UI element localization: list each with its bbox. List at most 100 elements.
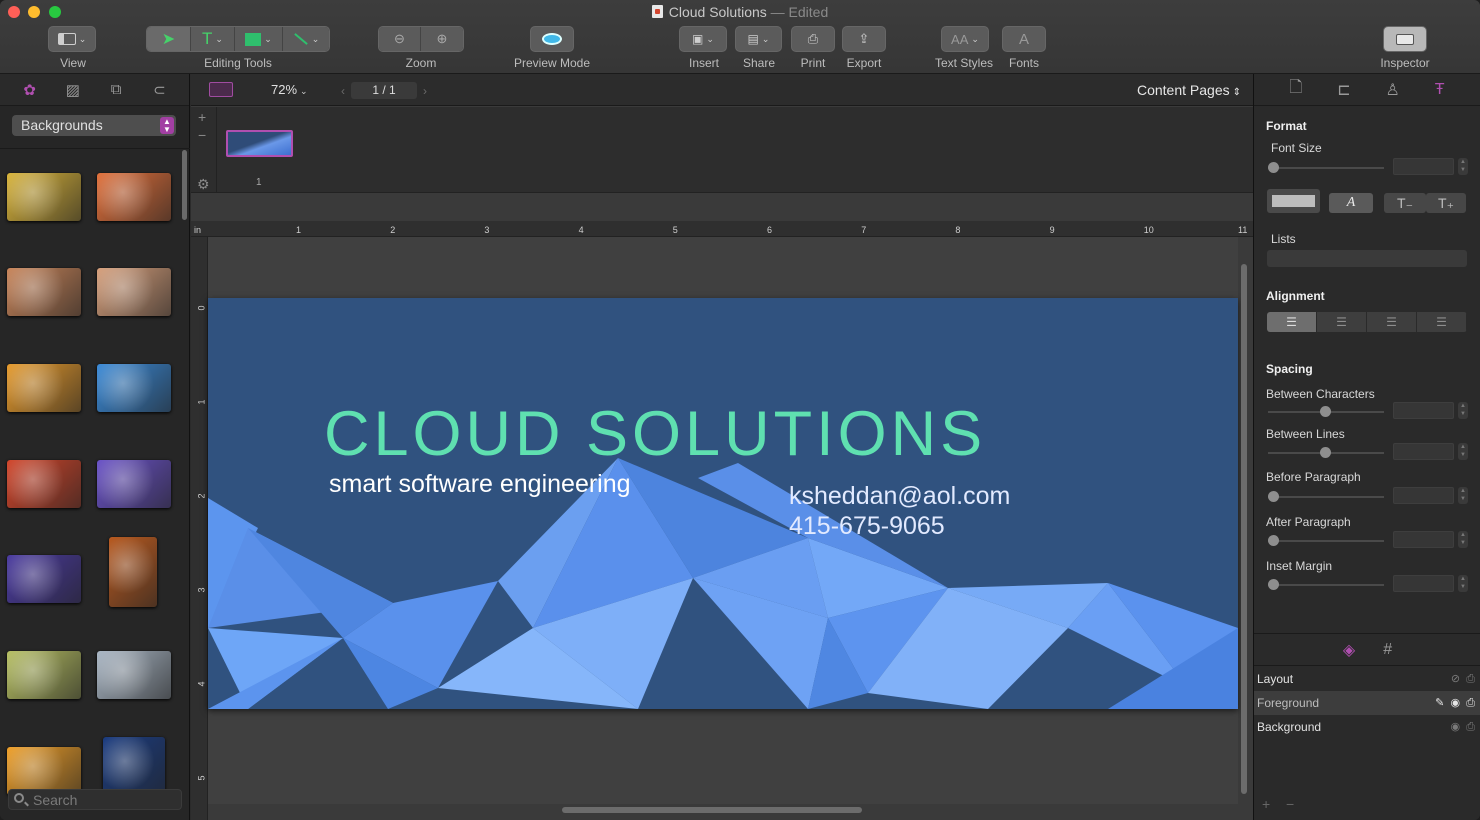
canvas-vertical-scrollbar[interactable] [1241, 264, 1247, 794]
before-paragraph-stepper[interactable]: ▲ ▼ [1458, 487, 1468, 504]
slider-knob [1268, 491, 1279, 502]
add-page-icon[interactable]: + [198, 109, 206, 125]
background-thumbnail[interactable] [103, 737, 165, 797]
shape-tool-button[interactable]: ⌄ [235, 27, 283, 51]
card-email[interactable]: ksheddan@aol.com [789, 482, 1010, 511]
page-thumbnail[interactable] [226, 130, 293, 157]
align-center-button[interactable]: ☰ [1317, 312, 1367, 332]
background-thumbnail[interactable] [109, 537, 157, 607]
lists-select[interactable] [1267, 250, 1467, 267]
view-button[interactable]: ⌄ [48, 26, 96, 52]
add-layer-icon[interactable]: + [1262, 796, 1270, 812]
text-tool-button[interactable]: T ⌄ [191, 27, 235, 51]
tab-clipart[interactable]: ⊂ [149, 81, 169, 99]
hidden-eye-icon[interactable]: ⊘ [1451, 673, 1460, 685]
between-lines-slider[interactable] [1268, 447, 1384, 458]
printer-icon[interactable]: ⎙ [1466, 721, 1475, 733]
align-right-button[interactable]: ☰ [1367, 312, 1417, 332]
between-lines-stepper[interactable]: ▲ ▼ [1458, 443, 1468, 460]
next-page-icon[interactable]: › [423, 84, 427, 98]
eye-icon[interactable]: ◉ [1450, 721, 1460, 733]
background-thumbnail[interactable] [97, 364, 171, 412]
font-size-stepper[interactable]: ▲ ▼ [1458, 158, 1468, 175]
eye-icon[interactable]: ◉ [1450, 697, 1460, 709]
text-inspector-icon[interactable]: Ŧ [1435, 81, 1445, 99]
between-characters-field[interactable] [1393, 402, 1454, 419]
between-characters-slider[interactable] [1268, 406, 1384, 417]
inset-margin-field[interactable] [1393, 575, 1454, 592]
align-justify-button[interactable]: ☰ [1417, 312, 1467, 332]
previous-page-icon[interactable]: ‹ [341, 84, 345, 98]
printer-icon[interactable]: ⎙ [1466, 697, 1475, 709]
background-thumbnail[interactable] [7, 364, 81, 412]
card-phone[interactable]: 415-675-9065 [789, 512, 945, 541]
grid-icon[interactable]: # [1383, 641, 1392, 659]
export-button[interactable]: ⇪ [842, 26, 886, 52]
layer-foreground[interactable]: Foreground ✎ ◉ ⎙ [1254, 691, 1480, 715]
background-thumbnail[interactable] [7, 747, 81, 795]
object-inspector-icon[interactable]: ♙ [1386, 80, 1400, 100]
layer-background[interactable]: Background ◉ ⎙ [1254, 715, 1480, 739]
layer-layout[interactable]: Layout ⊘ ⎙ [1254, 667, 1480, 691]
pencil-icon[interactable]: ✎ [1435, 697, 1444, 709]
canvas-horizontal-scrollbar[interactable] [562, 807, 862, 813]
align-left-button[interactable]: ☰ [1267, 312, 1317, 332]
printer-icon[interactable]: ⎙ [1466, 673, 1475, 685]
before-paragraph-field[interactable] [1393, 487, 1454, 504]
print-button[interactable]: ⎙ [791, 26, 835, 52]
fonts-button[interactable]: A [1002, 26, 1046, 52]
preview-mode-button[interactable] [530, 26, 574, 52]
background-thumbnail[interactable] [7, 651, 81, 699]
background-thumbnail[interactable] [97, 173, 171, 221]
font-size-field[interactable] [1393, 158, 1454, 175]
background-thumbnail[interactable] [97, 651, 171, 699]
text-color-well[interactable] [1267, 189, 1320, 213]
background-thumbnail[interactable] [97, 460, 171, 508]
background-thumbnail[interactable] [7, 173, 81, 221]
card-title[interactable]: CLOUD SOLUTIONS [324, 398, 986, 470]
background-thumbnail[interactable] [7, 555, 81, 603]
increase-size-button[interactable]: T₊ [1426, 193, 1466, 213]
italic-button[interactable]: A [1329, 193, 1373, 213]
tab-backgrounds[interactable]: ✿ [20, 81, 40, 99]
zoom-out-button[interactable]: ⊖ [379, 27, 422, 51]
font-size-slider[interactable] [1268, 162, 1384, 173]
background-thumbnail[interactable] [7, 268, 81, 316]
share-button[interactable]: ▤ ⌄ [735, 26, 782, 52]
select-tool-button[interactable]: ➤ [147, 27, 191, 51]
gear-icon[interactable]: ⚙ [197, 176, 210, 193]
zoom-select[interactable]: 72% ⌄ [271, 82, 308, 97]
inspector-button[interactable] [1383, 26, 1427, 52]
line-tool-button[interactable]: ⌄ [283, 27, 329, 51]
library-scrollbar[interactable] [182, 150, 187, 220]
page-layout-icon[interactable] [209, 82, 233, 97]
page-set-select[interactable]: Content Pages ⇕ [1137, 82, 1241, 98]
alignment-segment: ☰ ☰ ☰ ☰ [1267, 312, 1467, 332]
remove-layer-icon[interactable]: − [1286, 796, 1294, 812]
category-select[interactable]: Backgrounds ▲ ▼ [12, 115, 176, 136]
layers-icon[interactable]: ◈ [1343, 640, 1355, 660]
after-paragraph-stepper[interactable]: ▲ ▼ [1458, 531, 1468, 548]
between-lines-field[interactable] [1393, 443, 1454, 460]
insert-button[interactable]: ▣ ⌄ [679, 26, 727, 52]
after-paragraph-field[interactable] [1393, 531, 1454, 548]
zoom-in-button[interactable]: ⊕ [421, 27, 463, 51]
after-paragraph-slider[interactable] [1268, 535, 1384, 546]
tab-shapes[interactable]: ⧉ [106, 81, 126, 99]
text-styles-button[interactable]: AA ⌄ [941, 26, 989, 52]
layout-inspector-icon[interactable]: ⊏ [1337, 80, 1350, 100]
inset-margin-stepper[interactable]: ▲ ▼ [1458, 575, 1468, 592]
between-characters-stepper[interactable]: ▲ ▼ [1458, 402, 1468, 419]
remove-page-icon[interactable]: − [198, 127, 206, 143]
inset-margin-slider[interactable] [1268, 579, 1384, 590]
business-card[interactable]: CLOUD SOLUTIONS smart software engineeri… [208, 298, 1238, 709]
before-paragraph-slider[interactable] [1268, 491, 1384, 502]
tab-images[interactable]: ▨ [63, 81, 83, 99]
decrease-size-button[interactable]: T₋ [1384, 193, 1426, 213]
background-thumbnail[interactable] [7, 460, 81, 508]
card-subtitle[interactable]: smart software engineering [329, 470, 631, 499]
mountain-artwork [208, 458, 1238, 709]
library-search-input[interactable]: Search [8, 789, 182, 810]
document-inspector-icon[interactable]: 🗋 [1289, 76, 1302, 103]
background-thumbnail[interactable] [97, 268, 171, 316]
